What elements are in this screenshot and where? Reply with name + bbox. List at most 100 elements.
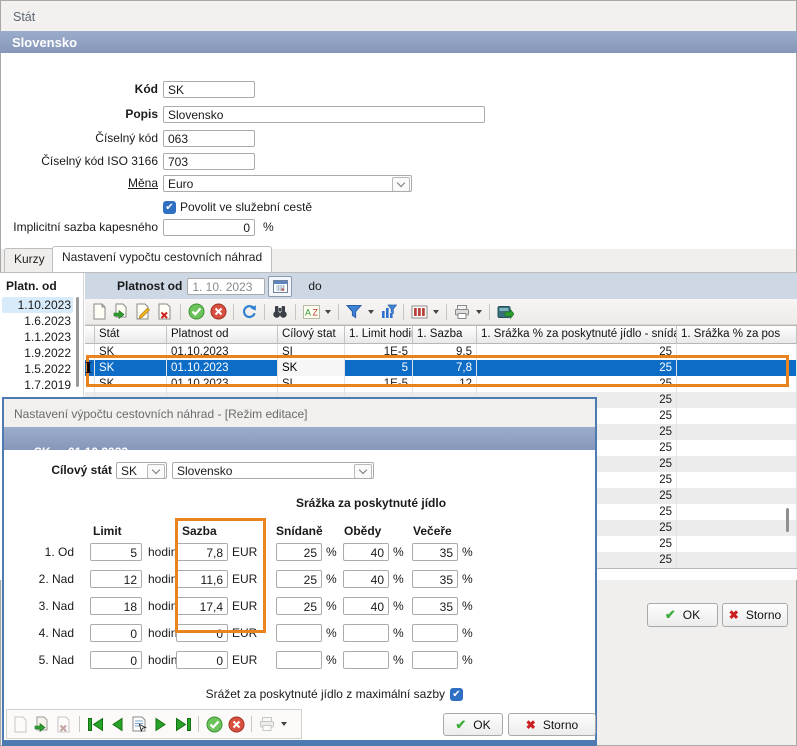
table-row[interactable]: SK 01.10.2023 SK 5 7,8 25 [85,360,797,376]
col-srazka-next[interactable]: 1. Srážka % za pos [677,326,797,344]
date-list-item[interactable]: 1.7.2019 [2,377,73,393]
date-list-item[interactable]: 1.1.2023 [2,329,73,345]
date-list-scrollbar[interactable] [76,297,79,387]
delete-record-button[interactable] [155,302,175,322]
ciselny-kod-field[interactable]: 063 [163,130,255,147]
limit-input[interactable]: 5 [90,543,142,561]
popis-field[interactable]: Slovensko [163,106,485,123]
sort-dropdown-button[interactable] [323,302,333,322]
main-ok-button[interactable]: ✔ OK [647,603,718,627]
columns-dropdown-button[interactable] [431,302,441,322]
cilovy-stat-code-combobox[interactable]: SK [116,462,167,479]
col-srazka-snidane[interactable]: 1. Srážka % za poskytnuté jídlo - snídan… [477,326,677,344]
table-header-row: Stát Platnost od Cílový stat 1. Limit ho… [85,326,797,344]
mena-label[interactable]: Měna [1,176,158,190]
date-list-item[interactable]: 1.9.2022 [2,345,73,361]
tab-strip: Kurzy Nastavení vypočtu cestovních náhra… [0,249,797,272]
filter-button[interactable] [344,302,364,322]
dialog-confirm-button[interactable] [204,714,224,734]
snidane-input[interactable]: 25 [276,597,322,615]
date-list-item[interactable]: 1.6.2023 [2,313,73,329]
col-limit[interactable]: 1. Limit hodin [345,326,413,344]
new-record-button[interactable] [89,302,109,322]
dialog-ok-button[interactable]: ✔ OK [443,713,503,736]
obedy-input[interactable]: 40 [343,543,389,561]
kod-field[interactable]: SK [163,81,255,98]
sort-button[interactable]: AZ [301,302,321,322]
copy-record-button[interactable] [111,302,131,322]
date-list-item[interactable]: 1.5.2022 [2,361,73,377]
sazba-input[interactable]: 11,6 [176,570,228,588]
cilovy-stat-name-combobox[interactable]: Slovensko [172,462,374,479]
search-button[interactable] [270,302,290,322]
record-list-button[interactable] [129,714,149,734]
dialog-delete-button[interactable] [54,714,74,734]
columns-button[interactable] [409,302,429,322]
snidane-input[interactable]: 25 [276,543,322,561]
table-scrollbar[interactable] [786,508,789,532]
dialog-cancel-button[interactable] [226,714,246,734]
snidane-input[interactable]: 25 [276,570,322,588]
last-record-button[interactable] [173,714,193,734]
previous-record-button[interactable] [107,714,127,734]
table-row[interactable]: SK 01.10.2023 SL 1E-5 12 25 [85,376,797,392]
main-storno-button[interactable]: ✖ Storno [722,603,788,627]
limit-input[interactable]: 0 [90,624,142,642]
print-button[interactable] [452,302,472,322]
dialog-print-button[interactable] [257,714,277,734]
dialog-print-dropdown-button[interactable] [279,714,289,734]
dialog-storno-button[interactable]: ✖ Storno [508,713,596,736]
obedy-input[interactable] [343,624,389,642]
tab-nastaveni-nahrad[interactable]: Nastavení vypočtu cestovních náhrad [52,246,272,272]
sazba-input[interactable]: 7,8 [176,543,228,561]
refresh-button[interactable] [239,302,259,322]
povolit-checkbox[interactable]: ✔ [163,201,176,214]
limit-input[interactable]: 18 [90,597,142,615]
confirm-button[interactable] [186,302,206,322]
next-record-button[interactable] [151,714,171,734]
vecere-input[interactable]: 35 [412,570,458,588]
date-list-item[interactable]: 1.10.2023 [2,297,73,313]
sazba-input[interactable]: 0 [176,624,228,642]
vecere-input[interactable]: 35 [412,543,458,561]
chevron-down-icon[interactable] [392,177,410,192]
table-row[interactable]: SK 01.10.2023 SI 1E-5 9,5 25 [85,344,797,360]
export-button[interactable] [495,302,515,322]
print-dropdown-button[interactable] [474,302,484,322]
percent-unit: % [393,626,404,640]
dialog-new-button[interactable] [10,714,30,734]
calendar-button[interactable] [268,276,292,297]
snidane-input[interactable] [276,651,322,669]
obedy-input[interactable] [343,651,389,669]
sazba-input[interactable]: 0 [176,651,228,669]
mena-combobox[interactable]: Euro [163,175,412,192]
limit-input[interactable]: 12 [90,570,142,588]
edit-record-button[interactable] [133,302,153,322]
dialog-toolbar [6,709,302,739]
chevron-down-icon[interactable] [147,464,165,479]
kapesne-field[interactable]: 0 [163,219,255,236]
platnost-od-date-field[interactable]: 1. 10. 2023 [187,278,265,295]
first-record-button[interactable] [85,714,105,734]
iso-kod-field[interactable]: 703 [163,153,255,170]
obedy-input[interactable]: 40 [343,570,389,588]
col-stat[interactable]: Stát [95,326,167,344]
dialog-copy-button[interactable] [32,714,52,734]
cancel-button[interactable] [208,302,228,322]
col-sazba[interactable]: 1. Sazba [413,326,477,344]
tab-kurzy[interactable]: Kurzy [4,248,55,272]
chevron-down-icon[interactable] [354,464,372,479]
col-cilovy[interactable]: Cílový stat [278,326,345,344]
filter-analysis-button[interactable] [378,302,398,322]
vecere-input[interactable] [412,624,458,642]
obedy-input[interactable]: 40 [343,597,389,615]
sazba-input[interactable]: 17,4 [176,597,228,615]
snidane-input[interactable] [276,624,322,642]
cancel-circle-icon [228,716,245,733]
srazet-checkbox[interactable]: ✔ [450,688,463,701]
limit-input[interactable]: 0 [90,651,142,669]
filter-dropdown-button[interactable] [366,302,376,322]
vecere-input[interactable] [412,651,458,669]
col-platnost[interactable]: Platnost od [167,326,278,344]
vecere-input[interactable]: 35 [412,597,458,615]
